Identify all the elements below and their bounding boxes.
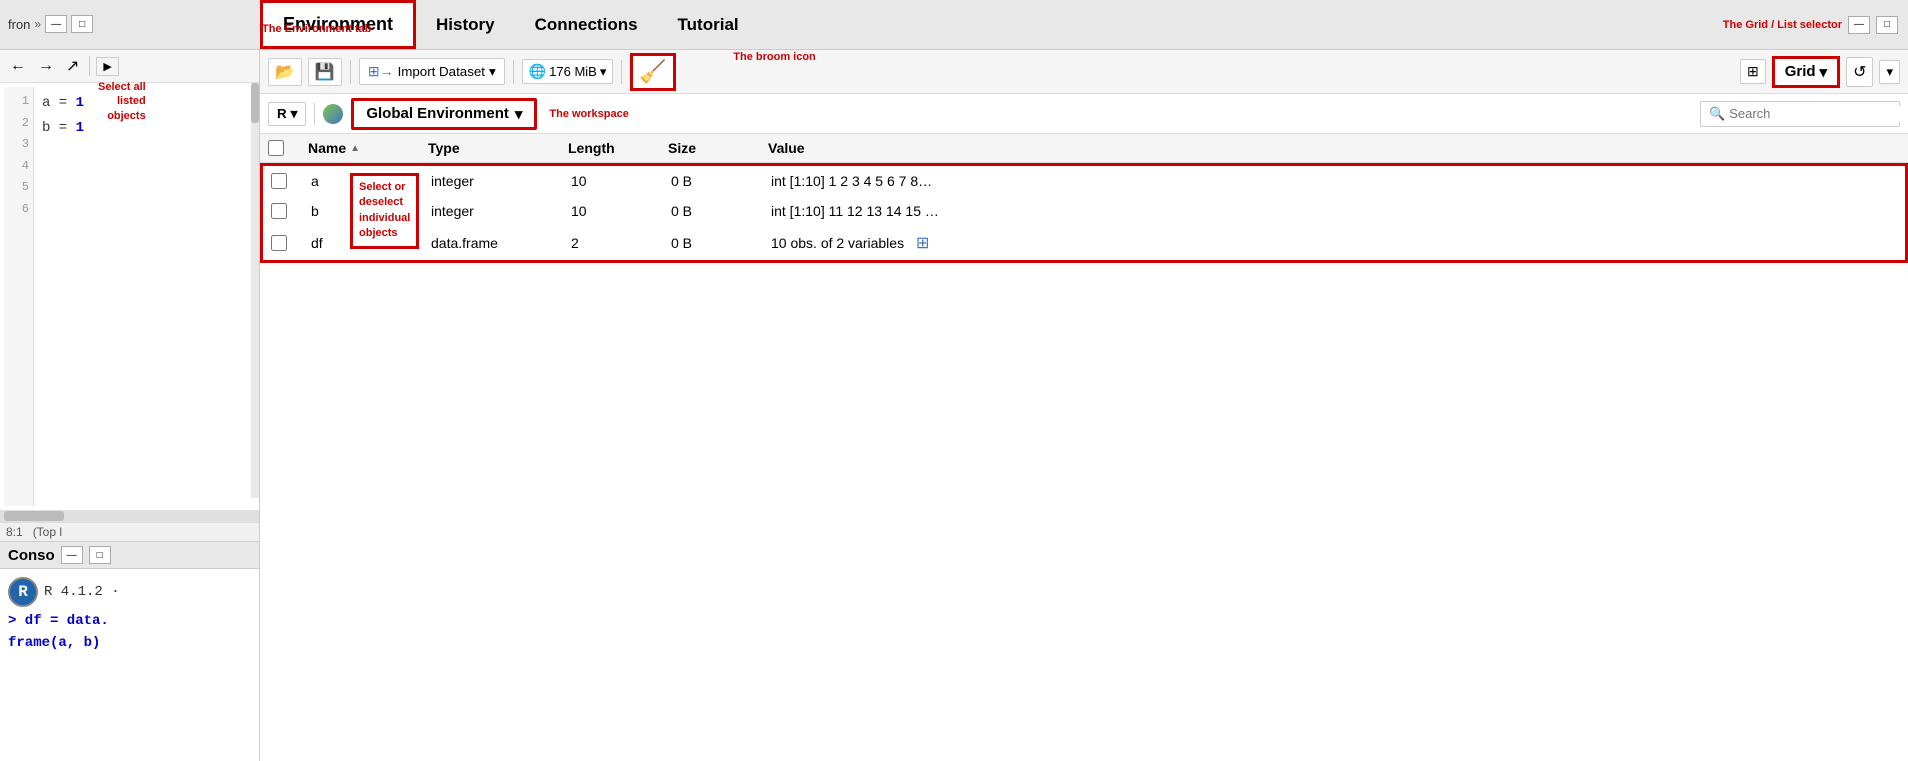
table-row: b integer 10 0 B int [1:10] 11 12 13 14 … [260, 196, 1908, 226]
row-df-type: data.frame [431, 235, 571, 251]
global-env-chevron: ▾ [515, 105, 523, 123]
code-line-3: a = 1 [42, 91, 84, 116]
grid-icon: ⊞ [1747, 63, 1759, 80]
grid-label: Grid [1785, 63, 1816, 80]
r-chevron-icon: ▾ [291, 106, 298, 122]
global-env-label: Global Environment [366, 105, 509, 122]
row-df-length: 2 [571, 235, 671, 251]
select-all-checkbox[interactable] [268, 140, 284, 156]
chevrons-icon[interactable]: » [34, 17, 41, 31]
row-a-length: 10 [571, 173, 671, 189]
col-header-name: Name ▲ [308, 140, 428, 156]
maximize-right-btn[interactable]: □ [1876, 16, 1898, 34]
memory-display[interactable]: 🌐 176 MiB ▾ [522, 59, 614, 84]
spreadsheet-icon[interactable]: ⊞ [916, 235, 929, 252]
console-title: Conso [8, 547, 55, 564]
global-env-btn[interactable]: Global Environment ▾ [351, 98, 537, 130]
row-b-name: b [311, 203, 431, 219]
search-input[interactable] [1729, 106, 1905, 121]
memory-chevron: ▾ [600, 64, 607, 80]
row-df-checkbox[interactable] [271, 235, 287, 251]
run-btn[interactable]: ▶ [96, 57, 118, 76]
row-b-size: 0 B [671, 203, 771, 219]
code-line-5: b = 1 [42, 116, 84, 141]
tab-connections[interactable]: Connections [515, 0, 658, 49]
tab-history[interactable]: History [416, 0, 515, 49]
search-box[interactable]: 🔍 [1700, 101, 1900, 127]
grid-list-annotation: The Grid / List selector [1723, 19, 1842, 31]
col-header-size: Size [668, 140, 768, 156]
row-a-name: a [311, 173, 431, 189]
minimize-right-btn[interactable]: — [1848, 16, 1870, 34]
broom-btn[interactable]: 🧹 [630, 53, 675, 91]
console-maximize-btn[interactable]: □ [89, 546, 111, 564]
col-header-length: Length [568, 140, 668, 156]
table-row: df data.frame 2 0 B 10 obs. of 2 variabl… [260, 226, 1908, 263]
scroll-position: (Top l [33, 525, 62, 539]
memory-globe-icon: 🌐 [529, 63, 546, 80]
row-a-value: int [1:10] 1 2 3 4 5 6 7 8… [771, 173, 1897, 189]
import-chevron-icon: ▾ [489, 64, 496, 80]
row-a-type: integer [431, 173, 571, 189]
row-df-value: 10 obs. of 2 variables ⊞ [771, 233, 1897, 253]
table-row: a integer 10 0 B int [1:10] 1 2 3 4 5 6 … [260, 163, 1908, 196]
r-dropdown-btn[interactable]: R ▾ [268, 102, 306, 126]
row-a-checkbox[interactable] [271, 173, 287, 189]
row-b-value: int [1:10] 11 12 13 14 15 … [771, 203, 1897, 219]
open-folder-icon: 📂 [275, 62, 295, 82]
import-icon: ⊞→ [368, 63, 394, 80]
col-header-type: Type [428, 140, 568, 156]
row-df-size: 0 B [671, 235, 771, 251]
workspace-annotation: The workspace [549, 108, 628, 120]
refresh-icon: ↺ [1853, 64, 1866, 81]
console-prompt-2: frame(a, b) [8, 635, 251, 651]
console-prompt-1[interactable]: > df = data. [8, 613, 251, 629]
col-header-value: Value [768, 140, 1900, 156]
save-icon: 💾 [315, 62, 335, 82]
search-icon: 🔍 [1709, 106, 1725, 122]
fron-text: fron [8, 17, 30, 32]
env-tab-annotation: The Environment tab [262, 23, 371, 35]
source-btn[interactable]: ↗ [62, 54, 83, 78]
env-color-ball [323, 104, 343, 124]
broom-icon: 🧹 [639, 59, 666, 85]
cursor-position: 8:1 [6, 525, 23, 539]
sort-asc-icon[interactable]: ▲ [350, 143, 360, 154]
open-folder-btn[interactable]: 📂 [268, 58, 302, 86]
memory-value: 176 MiB [549, 64, 597, 79]
back-btn[interactable]: ← [6, 55, 30, 77]
row-df-name: df [311, 235, 431, 251]
r-version: R 4.1.2 · [44, 584, 120, 600]
grid-chevron-icon: ▾ [1820, 63, 1828, 81]
r-label: R [277, 106, 287, 121]
minimize-editor-btn[interactable]: — [45, 15, 67, 33]
row-a-size: 0 B [671, 173, 771, 189]
row-b-type: integer [431, 203, 571, 219]
row-b-checkbox[interactable] [271, 203, 287, 219]
broom-annotation: The broom icon [733, 51, 816, 63]
refresh-btn[interactable]: ↺ [1846, 57, 1873, 87]
grid-selector-btn[interactable]: Grid ▾ [1772, 56, 1840, 88]
console-minimize-btn[interactable]: — [61, 546, 83, 564]
refresh-chevron-btn[interactable]: ▾ [1879, 60, 1900, 84]
tab-tutorial[interactable]: Tutorial [658, 0, 759, 49]
maximize-editor-btn[interactable]: □ [71, 15, 93, 33]
import-dataset-btn[interactable]: ⊞→ Import Dataset ▾ [359, 58, 505, 85]
save-btn[interactable]: 💾 [308, 58, 342, 86]
forward-btn[interactable]: → [34, 55, 58, 77]
grid-view-btn[interactable]: ⊞ [1740, 59, 1766, 84]
row-b-length: 10 [571, 203, 671, 219]
import-label: Import Dataset [398, 64, 485, 79]
r-logo: R [8, 577, 38, 607]
